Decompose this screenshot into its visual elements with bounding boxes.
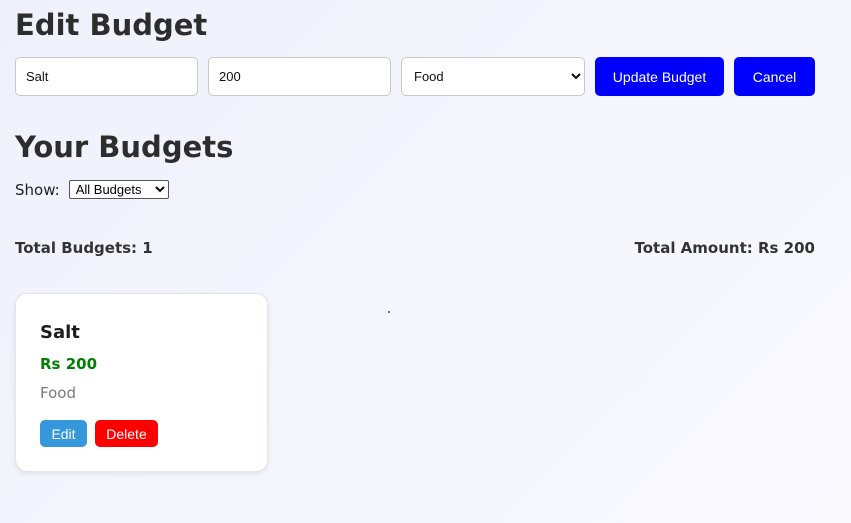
- total-budgets-count: Total Budgets: 1: [15, 239, 153, 257]
- delete-button[interactable]: Delete: [95, 420, 158, 447]
- show-label: Show:: [15, 180, 60, 199]
- budget-name-input[interactable]: [15, 57, 198, 96]
- budget-card-category: Food: [40, 384, 76, 402]
- edit-budget-title: Edit Budget: [15, 8, 208, 42]
- total-amount: Total Amount: Rs 200: [634, 239, 815, 257]
- your-budgets-title: Your Budgets: [15, 130, 234, 164]
- budget-category-select[interactable]: Food: [401, 57, 585, 96]
- budget-card: Salt Rs 200 Food Edit Delete: [15, 293, 268, 472]
- budget-amount-input[interactable]: [208, 57, 391, 96]
- cancel-button[interactable]: Cancel: [734, 57, 815, 96]
- update-budget-button[interactable]: Update Budget: [595, 57, 724, 96]
- edit-button[interactable]: Edit: [40, 420, 87, 447]
- stray-dot: [388, 311, 390, 313]
- budget-card-name: Salt: [40, 322, 80, 343]
- budget-card-amount: Rs 200: [40, 355, 98, 373]
- filter-row: Show: All Budgets: [15, 180, 169, 199]
- budget-filter-select[interactable]: All Budgets: [68, 180, 169, 199]
